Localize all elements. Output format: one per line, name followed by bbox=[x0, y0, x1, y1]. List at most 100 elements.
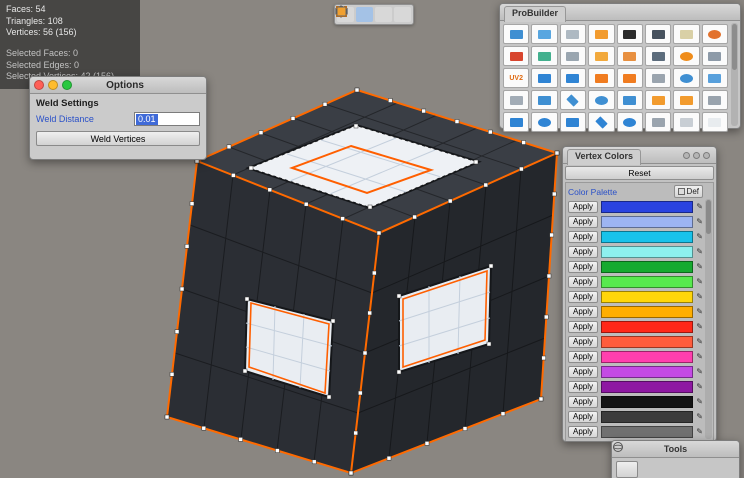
vertex-handle[interactable] bbox=[227, 145, 231, 149]
vertex-handle[interactable] bbox=[202, 426, 206, 430]
probuilder-tool-button[interactable] bbox=[702, 90, 728, 110]
vertex-handle[interactable] bbox=[165, 415, 169, 419]
vertex-handle[interactable] bbox=[501, 412, 505, 416]
vertex-handle[interactable] bbox=[331, 319, 335, 323]
probuilder-tool-button[interactable] bbox=[588, 90, 614, 110]
vertex-handle[interactable] bbox=[349, 471, 353, 475]
eyedropper-icon[interactable]: ✎ bbox=[696, 382, 703, 391]
weld-distance-input[interactable]: 0.01 bbox=[134, 112, 200, 126]
probuilder-tool-button[interactable] bbox=[673, 90, 699, 110]
vertex-handle[interactable] bbox=[354, 124, 358, 128]
color-swatch[interactable] bbox=[601, 216, 693, 228]
probuilder-tool-button[interactable] bbox=[645, 68, 671, 88]
color-swatch[interactable] bbox=[601, 261, 693, 273]
apply-color-button[interactable]: Apply bbox=[568, 246, 598, 258]
color-swatch[interactable] bbox=[601, 366, 693, 378]
probuilder-tool-button[interactable] bbox=[617, 24, 643, 44]
probuilder-tool-button[interactable] bbox=[702, 46, 728, 66]
eyedropper-icon[interactable]: ✎ bbox=[696, 337, 703, 346]
vertex-handle[interactable] bbox=[170, 372, 174, 376]
probuilder-tool-button[interactable] bbox=[673, 24, 699, 44]
window-dot-icon[interactable] bbox=[683, 152, 690, 159]
eyedropper-icon[interactable]: ✎ bbox=[696, 277, 703, 286]
color-swatch[interactable] bbox=[601, 246, 693, 258]
face-mode-button[interactable] bbox=[394, 7, 411, 22]
vertex-handle[interactable] bbox=[368, 311, 372, 315]
color-swatch[interactable] bbox=[601, 426, 693, 438]
vertex-handle[interactable] bbox=[448, 199, 452, 203]
probuilder-tool-button[interactable] bbox=[560, 46, 586, 66]
apply-color-button[interactable]: Apply bbox=[568, 336, 598, 348]
eyedropper-icon[interactable]: ✎ bbox=[696, 292, 703, 301]
probuilder-tool-button[interactable] bbox=[503, 46, 529, 66]
vertex-handle[interactable] bbox=[363, 351, 367, 355]
maximize-icon[interactable] bbox=[62, 80, 72, 90]
vertex-handle[interactable] bbox=[522, 141, 526, 145]
probuilder-tool-button[interactable] bbox=[673, 68, 699, 88]
vertex-handle[interactable] bbox=[231, 173, 235, 177]
vertex-handle[interactable] bbox=[519, 167, 523, 171]
apply-color-button[interactable]: Apply bbox=[568, 306, 598, 318]
color-swatch[interactable] bbox=[601, 411, 693, 423]
probuilder-tool-button[interactable] bbox=[702, 68, 728, 88]
vertex-handle[interactable] bbox=[422, 109, 426, 113]
vertex-handle[interactable] bbox=[327, 395, 331, 399]
window-dot-icon[interactable] bbox=[703, 152, 710, 159]
vertex-handle[interactable] bbox=[387, 456, 391, 460]
apply-color-button[interactable]: Apply bbox=[568, 276, 598, 288]
apply-color-button[interactable]: Apply bbox=[568, 351, 598, 363]
vertex-colors-tab[interactable]: Vertex Colors bbox=[567, 149, 641, 165]
probuilder-tool-button[interactable] bbox=[503, 24, 529, 44]
apply-color-button[interactable]: Apply bbox=[568, 216, 598, 228]
vertex-handle[interactable] bbox=[388, 99, 392, 103]
eyedropper-icon[interactable]: ✎ bbox=[696, 262, 703, 271]
vertex-handle[interactable] bbox=[542, 356, 546, 360]
eyedropper-icon[interactable]: ✎ bbox=[696, 232, 703, 241]
probuilder-tool-button[interactable] bbox=[645, 24, 671, 44]
probuilder-tool-button[interactable] bbox=[560, 68, 586, 88]
vertex-handle[interactable] bbox=[268, 188, 272, 192]
probuilder-tool-button[interactable] bbox=[503, 112, 529, 132]
probuilder-tool-button[interactable] bbox=[702, 24, 728, 44]
edge-mode-button[interactable] bbox=[375, 7, 392, 22]
vertex-handle[interactable] bbox=[358, 391, 362, 395]
vertex-handle[interactable] bbox=[291, 116, 295, 120]
default-palette-button[interactable]: Def bbox=[674, 185, 703, 198]
probuilder-scrollbar[interactable] bbox=[731, 23, 738, 126]
vertex-handle[interactable] bbox=[547, 274, 551, 278]
probuilder-tool-button[interactable] bbox=[617, 68, 643, 88]
color-swatch[interactable] bbox=[601, 306, 693, 318]
vertex-handle[interactable] bbox=[243, 369, 247, 373]
color-swatch[interactable] bbox=[601, 231, 693, 243]
probuilder-titlebar[interactable]: ProBuilder bbox=[500, 4, 740, 21]
eyedropper-icon[interactable]: ✎ bbox=[696, 427, 703, 436]
vertex-handle[interactable] bbox=[355, 88, 359, 92]
eyedropper-icon[interactable]: ✎ bbox=[696, 367, 703, 376]
vertex-handle[interactable] bbox=[463, 427, 467, 431]
vertex-handle[interactable] bbox=[275, 449, 279, 453]
probuilder-tool-button[interactable] bbox=[560, 90, 586, 110]
apply-color-button[interactable]: Apply bbox=[568, 291, 598, 303]
probuilder-tool-button[interactable] bbox=[503, 90, 529, 110]
vertex-handle[interactable] bbox=[259, 131, 263, 135]
vertex-handle[interactable] bbox=[550, 233, 554, 237]
window-dot-icon[interactable] bbox=[693, 152, 700, 159]
color-swatch[interactable] bbox=[601, 276, 693, 288]
reset-button[interactable]: Reset bbox=[565, 166, 714, 180]
vertex-handle[interactable] bbox=[372, 271, 376, 275]
eyedropper-icon[interactable]: ✎ bbox=[696, 217, 703, 226]
probuilder-tool-button[interactable] bbox=[617, 90, 643, 110]
eyedropper-icon[interactable]: ✎ bbox=[696, 202, 703, 211]
probuilder-tool-button[interactable] bbox=[673, 112, 699, 132]
apply-color-button[interactable]: Apply bbox=[568, 261, 598, 273]
vertex-handle[interactable] bbox=[539, 397, 543, 401]
vertex-handle[interactable] bbox=[555, 151, 559, 155]
probuilder-tool-button[interactable] bbox=[645, 46, 671, 66]
probuilder-tool-button[interactable] bbox=[617, 46, 643, 66]
vertex-mode-button[interactable] bbox=[356, 7, 373, 22]
probuilder-tool-button[interactable] bbox=[588, 68, 614, 88]
vertex-handle[interactable] bbox=[175, 330, 179, 334]
eyedropper-icon[interactable]: ✎ bbox=[696, 307, 703, 316]
vertex-handle[interactable] bbox=[312, 460, 316, 464]
vertex-handle[interactable] bbox=[239, 437, 243, 441]
